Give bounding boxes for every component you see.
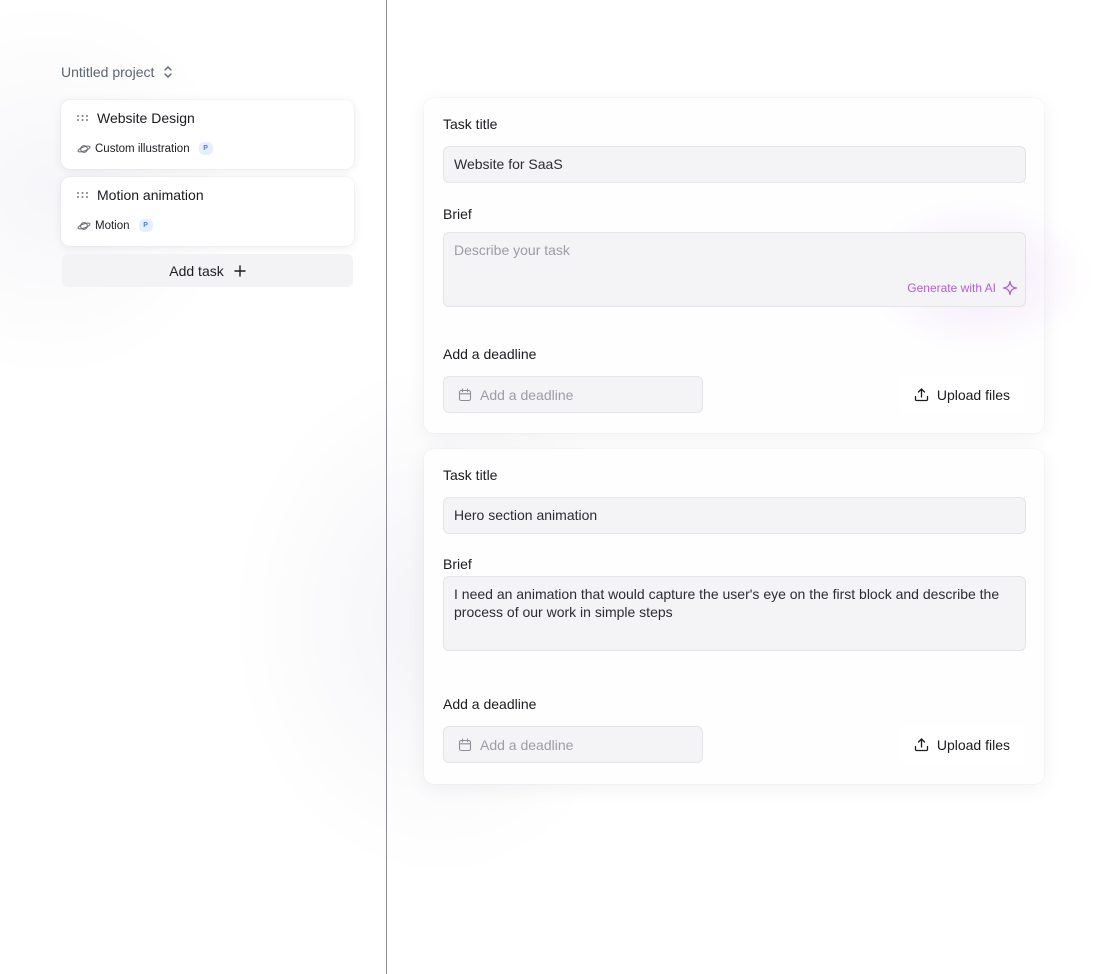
sparkle-icon: [1002, 280, 1018, 296]
task-card[interactable]: Motion animation Motion P: [61, 177, 354, 246]
drag-handle-icon[interactable]: [76, 114, 89, 122]
task-card-title: Website Design: [97, 110, 195, 126]
task-card-meta: Custom illustration P: [77, 142, 213, 155]
upload-icon: [914, 738, 928, 752]
app-root: Untitled project Website Design Custom i: [0, 0, 1106, 974]
deadline-placeholder: Add a deadline: [480, 386, 574, 403]
priority-badge: P: [138, 219, 153, 232]
brief-textarea[interactable]: I need an animation that would capture t…: [443, 576, 1026, 651]
task-form: Task title Website for SaaS Brief Descri…: [424, 98, 1094, 433]
task-title-input[interactable]: Website for SaaS: [443, 146, 1026, 183]
deadline-placeholder: Add a deadline: [480, 736, 574, 753]
calendar-icon: [458, 737, 472, 751]
upload-files-button[interactable]: Upload files: [899, 726, 1024, 763]
task-card-header: Motion animation: [76, 187, 204, 203]
project-name: Untitled project: [61, 64, 155, 80]
brief-textarea[interactable]: Describe your task Generate with AI: [443, 232, 1026, 307]
deadline-label: Add a deadline: [443, 696, 537, 712]
upload-files-label: Upload files: [936, 736, 1010, 753]
priority-badge: P: [198, 142, 213, 155]
task-card[interactable]: Website Design Custom illustration P: [61, 100, 354, 169]
brief-label: Brief: [443, 206, 472, 222]
task-category: Motion: [95, 219, 130, 232]
task-card-header: Website Design: [76, 110, 195, 126]
drag-handle-icon[interactable]: [76, 191, 89, 199]
project-switcher[interactable]: Untitled project: [61, 64, 174, 80]
deadline-label: Add a deadline: [443, 346, 537, 362]
generate-ai-label: Generate with AI: [907, 281, 996, 295]
brief-placeholder: Describe your task: [454, 242, 570, 258]
upload-files-label: Upload files: [936, 386, 1010, 403]
add-task-label: Add task: [169, 262, 224, 279]
task-title-input[interactable]: Hero section animation: [443, 497, 1026, 534]
deadline-input[interactable]: Add a deadline: [443, 726, 703, 763]
upload-icon: [914, 388, 928, 402]
chevron-up-down-icon: [164, 66, 173, 78]
generate-ai-button[interactable]: Generate with AI: [907, 279, 1018, 297]
task-category: Custom illustration: [95, 142, 190, 155]
plus-icon: [234, 264, 246, 277]
add-task-button[interactable]: Add task: [62, 254, 353, 287]
task-card-title: Motion animation: [97, 187, 204, 203]
task-title-label: Task title: [443, 467, 498, 483]
brief-label: Brief: [443, 556, 472, 572]
planet-icon: [77, 221, 91, 230]
task-form: Task title Hero section animation Brief …: [424, 449, 1044, 784]
upload-files-button[interactable]: Upload files: [899, 376, 1024, 413]
task-card-meta: Motion P: [77, 219, 153, 232]
task-title-label: Task title: [443, 116, 498, 132]
planet-icon: [77, 144, 91, 153]
calendar-icon: [458, 387, 472, 401]
sidebar: Untitled project Website Design Custom i: [0, 0, 387, 974]
deadline-input[interactable]: Add a deadline: [443, 376, 703, 413]
